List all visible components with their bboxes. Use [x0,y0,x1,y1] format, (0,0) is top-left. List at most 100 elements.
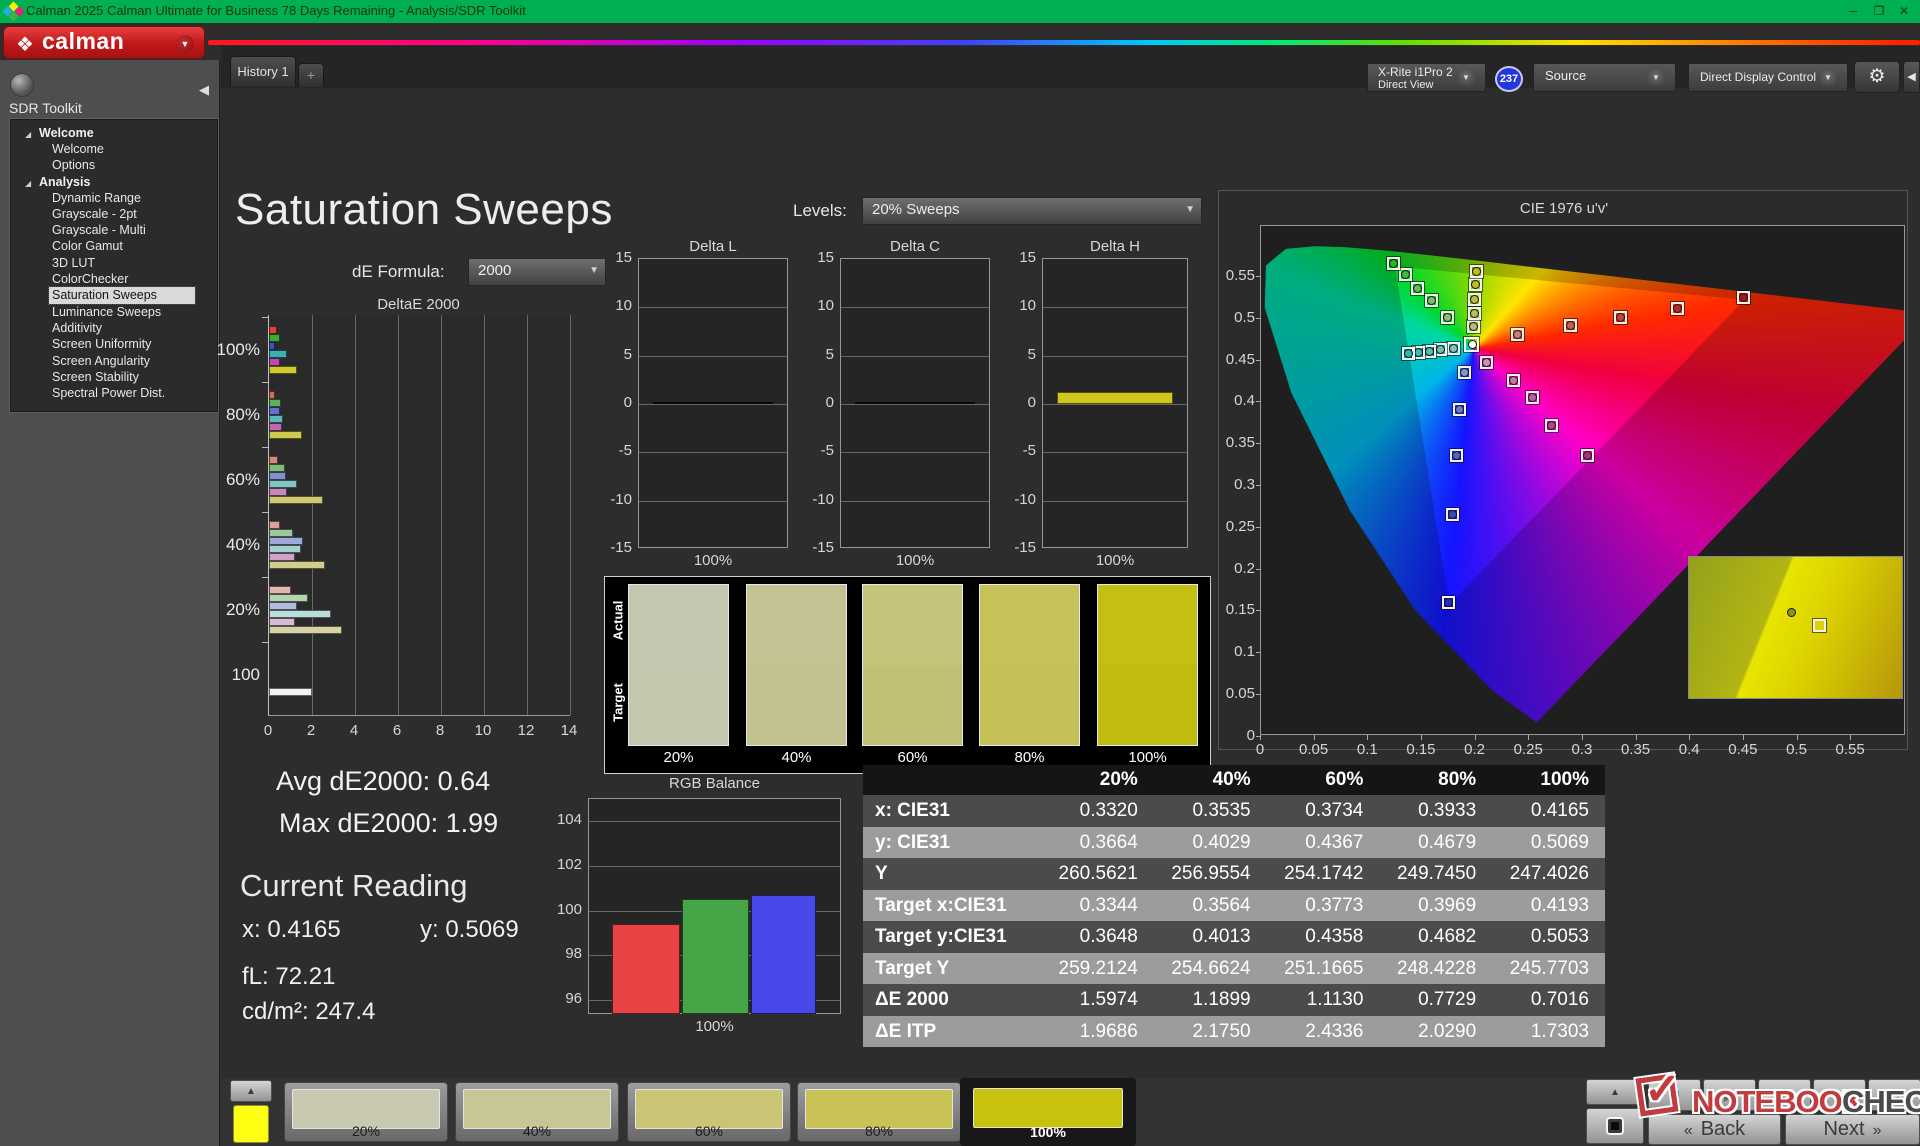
deltae-bar-green [269,529,293,537]
axis-tick-mark [1314,735,1315,740]
delta_l-y-tick: 0 [594,394,632,411]
sidebar-item-screen-stability[interactable]: Screen Stability [11,369,217,385]
sidebar-collapse-icon[interactable]: ◀ [194,80,214,100]
delta_h-bar [1057,392,1173,404]
session-icon-button-2[interactable]: ▣ [1758,1079,1811,1111]
swatch-actual [747,585,846,665]
swatch-level-label: 80% [979,749,1080,766]
cie-measured-marker-yellow [1472,267,1481,276]
pattern-button-20%[interactable]: 20% [284,1082,448,1142]
table-header-cell: 100% [1492,765,1605,795]
cie-x-tick: 0.4 [1669,741,1709,758]
settings-button[interactable]: ⚙ [1854,61,1900,93]
sidebar-item-additivity[interactable]: Additivity [11,320,217,336]
cie-title: CIE 1976 u'v' [1219,200,1909,217]
sidebar-item-grayscale-2pt[interactable]: Grayscale - 2pt [11,206,217,222]
sidebar-item-spectral-power-dist-[interactable]: Spectral Power Dist. [11,385,217,401]
grid-line [841,404,989,405]
minimize-button[interactable]: ─ [1842,2,1864,20]
next-button[interactable]: Next» [1785,1114,1920,1145]
levels-dropdown[interactable]: 20% Sweeps ▼ [862,197,1202,225]
actual-label: Actual [611,596,626,646]
sidebar-item-3d-lut[interactable]: 3D LUT [11,255,217,271]
pattern-button-40%[interactable]: 40% [455,1082,619,1142]
session-icon-button-0[interactable]: ⚑ [1648,1079,1701,1111]
cie-measured-marker-cyan [1414,348,1423,357]
table-value-cell: 0.3664 [1041,827,1154,859]
sidebar-item-color-gamut[interactable]: Color Gamut [11,238,217,254]
cie-x-tick: 0.5 [1777,741,1817,758]
table-value-cell: 0.4679 [1379,827,1492,859]
sidebar-title: SDR Toolkit [9,100,82,116]
sidebar-item-colorchecker[interactable]: ColorChecker [11,271,217,287]
de-formula-dropdown[interactable]: 2000 ▼ [468,258,606,286]
table-value-cell: 245.7703 [1492,953,1605,985]
pattern-button-100%[interactable]: 100% [966,1082,1130,1142]
table-value-cell: 248.4228 [1379,953,1492,985]
tree-expander-icon[interactable]: ◢ [25,177,31,191]
session-icon-button-1[interactable]: ▶ [1703,1079,1756,1111]
sidebar-item-screen-uniformity[interactable]: Screen Uniformity [11,336,217,352]
back-button[interactable]: «Back [1648,1114,1781,1145]
close-button[interactable]: ✕ [1893,2,1915,20]
stop-button[interactable] [1586,1108,1644,1144]
maximize-button[interactable]: ❐ [1868,2,1890,20]
session-icon-button-4[interactable]: ↻ [1868,1079,1920,1111]
sidebar-item-luminance-sweeps[interactable]: Luminance Sweeps [11,304,217,320]
pattern-button-60%[interactable]: 60% [627,1082,791,1142]
sidebar-item-grayscale-multi[interactable]: Grayscale - Multi [11,222,217,238]
deltae-category-label: 40% [208,535,260,555]
delta_l-bar [653,402,773,404]
source-dropdown[interactable]: Source ▼ [1533,63,1676,92]
sidebar-item-saturation-sweeps[interactable]: Saturation Sweeps [49,287,195,303]
session-icon-button-3[interactable]: ∞ [1813,1079,1866,1111]
delta_c-plot-area [840,258,990,548]
grid-line [589,866,840,867]
table-value-cell: 0.3320 [1041,795,1154,827]
delta_l-y-tick: 5 [594,346,632,363]
sidebar-group-analysis[interactable]: Analysis◢ [11,174,217,190]
cie-y-tick: 0.3 [1219,476,1255,493]
calman-menu-button[interactable]: ❖ calman ▼ [3,26,205,59]
pattern-scroll-up-button[interactable]: ▲ [230,1080,272,1102]
cie-y-tick: 0.1 [1219,643,1255,660]
delta_h-y-tick: -15 [998,539,1036,556]
table-row-label: Target Y [863,953,1041,985]
pattern-button-80%[interactable]: 80% [797,1082,961,1142]
deltae-bar-green [269,464,285,472]
meter-dropdown[interactable]: X-Rite i1Pro 2 Direct View ▼ [1367,63,1486,92]
sidebar-group-welcome[interactable]: Welcome◢ [11,125,217,141]
session-scroll-up-button[interactable]: ▲ [1586,1079,1644,1105]
chevron-down-icon[interactable]: ▼ [176,35,194,53]
sidebar-item-welcome[interactable]: Welcome [11,141,217,157]
tree-expander-icon[interactable]: ◢ [25,128,31,142]
sidebar-item-dynamic-range[interactable]: Dynamic Range [11,190,217,206]
max-de2000-reading: Max dE2000: 1.99 [279,808,498,839]
sidebar-item-screen-angularity[interactable]: Screen Angularity [11,353,217,369]
levels-label: Levels: [793,201,847,221]
swatch-target [629,665,728,745]
deltae-bar-red [269,586,291,594]
rgb-y-tick: 100 [546,901,582,918]
rgb-x-label: 100% [588,1018,841,1035]
tab-history-1[interactable]: History 1 [230,56,296,87]
axis-tick-mark [1256,610,1261,611]
display-control-dropdown[interactable]: Direct Display Control ▼ [1688,63,1848,92]
sphere-button[interactable] [10,73,34,97]
current-reading-title: Current Reading [240,868,467,904]
delta_h-title: Delta H [1022,238,1208,255]
current-x-reading: x: 0.4165 [242,916,341,944]
title-bar: Calman 2025 Calman Ultimate for Business… [0,0,1920,23]
delta_c-x-label: 100% [840,552,990,569]
sidebar-item-options[interactable]: Options [11,157,217,173]
add-tab-button[interactable]: + [298,63,324,87]
swatch-actual [629,585,728,665]
table-value-cell: 1.7303 [1492,1016,1605,1048]
cie-measured-marker-magenta [1528,393,1537,402]
grid-line [1043,452,1187,453]
table-row: ΔE 20001.59741.18991.11300.77290.7016 [863,984,1605,1016]
quick-color-swatch[interactable] [233,1105,269,1143]
meter-count-badge[interactable]: 237 [1495,66,1523,92]
pattern-label: 40% [456,1123,618,1139]
panel-collapse-button[interactable]: ◀ [1903,61,1920,93]
